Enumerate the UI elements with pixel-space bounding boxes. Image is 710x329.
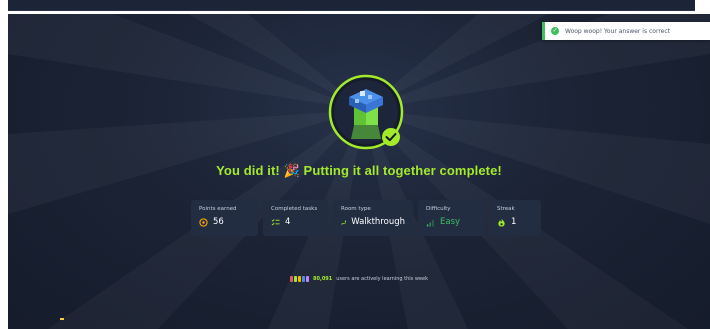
stat-value: 4: [285, 217, 291, 227]
stat-card-room-type: Room type Walkthrough: [333, 200, 413, 236]
avatar: [289, 276, 293, 282]
sparkle-icon: [60, 318, 64, 320]
stat-card-streak: Streak 1: [489, 200, 541, 236]
walkthrough-icon: [341, 220, 347, 225]
avatar: [301, 276, 305, 282]
learners-count: 80,091: [312, 276, 333, 282]
avatar-group: [289, 276, 309, 282]
stat-label: Completed tasks: [271, 206, 318, 212]
signal-bars-icon: [426, 219, 434, 227]
stat-label: Points earned: [199, 206, 237, 212]
stat-card-difficulty: Difficulty Easy: [418, 200, 484, 236]
success-toast[interactable]: ✓ Woop woop! Your answer is correct: [542, 22, 710, 40]
stat-card-tasks: Completed tasks 4: [263, 200, 328, 236]
completion-modal: ✓ Woop woop! Your answer is correct You …: [8, 14, 710, 329]
flame-icon: [498, 218, 505, 227]
stat-value: 56: [213, 217, 224, 227]
stats-cards: Points earned 56 Completed tasks 4 Room …: [191, 200, 541, 236]
room-badge-icon: [328, 74, 404, 150]
stat-value: Walkthrough: [351, 217, 405, 227]
target-icon: [199, 217, 208, 227]
stat-card-points: Points earned 56: [191, 200, 258, 236]
task-list-icon: [271, 218, 280, 225]
headline-room: Putting it all together complete!: [303, 163, 502, 178]
stat-label: Streak: [497, 206, 515, 212]
avatar: [297, 276, 301, 282]
toast-message: Woop woop! Your answer is correct: [565, 27, 671, 35]
stat-label: Difficulty: [426, 206, 451, 212]
active-learners: 80,091 users are actively learning this …: [8, 276, 710, 282]
stat-value: Easy: [440, 217, 461, 227]
headline-prefix: You did it!: [216, 163, 280, 178]
completion-headline: You did it! 🎉 Putting it all together co…: [8, 163, 710, 179]
learners-text: users are actively learning this week: [336, 276, 429, 282]
party-popper-icon: 🎉: [283, 163, 300, 178]
stat-label: Room type: [341, 206, 371, 212]
check-icon: [382, 128, 400, 146]
check-circle-icon: ✓: [551, 27, 559, 35]
avatar: [293, 276, 297, 282]
stat-value: 1: [511, 217, 517, 227]
avatar: [305, 276, 309, 282]
top-navigation-bar: [8, 0, 695, 11]
